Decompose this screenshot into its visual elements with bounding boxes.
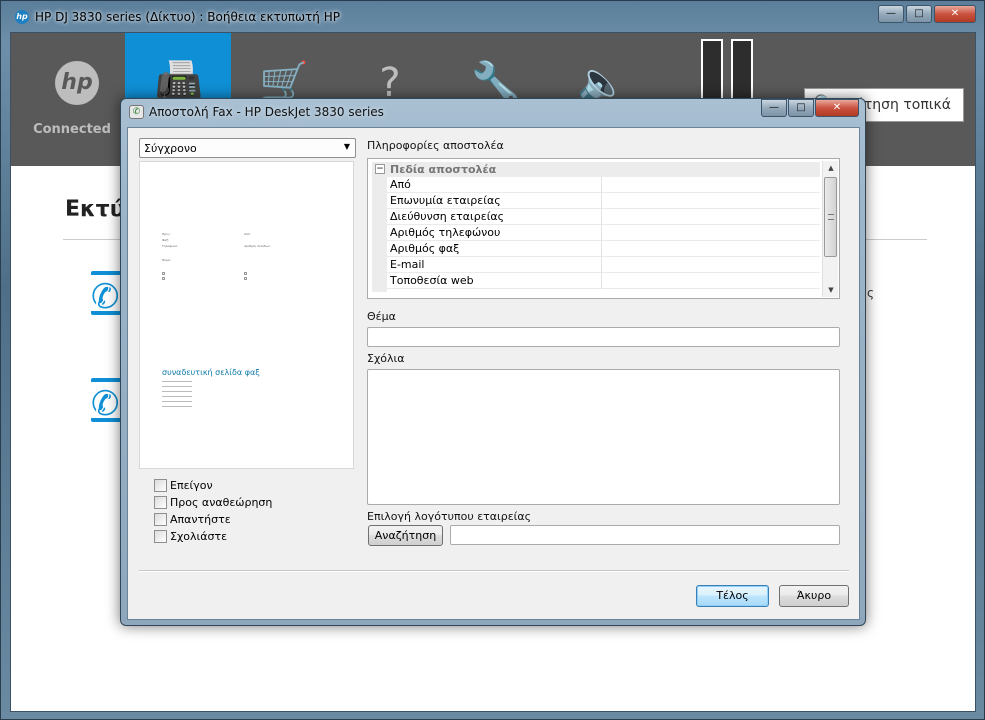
hp-logo-icon: hp [55, 61, 99, 105]
outer-window-controls: — □ ✕ [878, 5, 976, 23]
chevron-down-icon: ▼ [343, 142, 350, 151]
checkbox-label: Προς αναθεώρηση [170, 496, 273, 509]
mini-line: Θέμα: [162, 258, 171, 262]
grid-gutter [372, 177, 387, 292]
maximize-button[interactable]: □ [906, 5, 932, 23]
finish-button[interactable]: Τέλος [696, 585, 769, 607]
grid-row-name: E-mail [390, 258, 425, 271]
grid-row-address[interactable]: Διεύθυνση εταιρείας [387, 209, 820, 225]
fax-minimize-button[interactable]: — [761, 99, 787, 117]
grid-row-name: Τοποθεσία web [390, 274, 474, 287]
send-fax-dialog: ✆ Αποστολή Fax - HP DeskJet 3830 series … [120, 98, 866, 626]
comments-textarea[interactable] [367, 369, 840, 505]
background-text-fragment: ς [867, 286, 875, 300]
grid-row-fax[interactable]: Αριθμός φαξ [387, 241, 820, 257]
logo-path-input[interactable] [450, 525, 840, 545]
outer-titlebar[interactable]: hp HP DJ 3830 series (Δίκτυο) : Βοήθεια … [1, 1, 985, 31]
mini-line: Φαξ: [162, 238, 170, 242]
urgent-checkbox[interactable]: Επείγον [154, 479, 213, 492]
cover-page-title: συναδευτική σελίδα φαξ [162, 368, 260, 377]
checkbox-box[interactable] [154, 513, 167, 526]
grid-row-name: Αριθμός φαξ [390, 242, 460, 255]
mini-line: Από: [244, 232, 251, 236]
sender-info-label: Πληροφορίες αποστολέα [367, 139, 504, 152]
fax-client-area: Σύγχρονο ▼ Προς: Φαξ: Τηλέφωνο: Από: Αρι… [127, 127, 860, 620]
connected-label: Connected [33, 122, 111, 137]
sender-fields-grid: − Πεδία αποστολέα Από Επωνυμία εταιρείας… [367, 158, 840, 299]
mini-checkbox [244, 277, 247, 280]
cover-page-preview: Προς: Φαξ: Τηλέφωνο: Από: Αριθμός σελίδω… [139, 161, 354, 469]
sender-fields-group[interactable]: − Πεδία αποστολέα [372, 162, 820, 177]
company-logo-label: Επιλογή λογότυπου εταιρείας [367, 510, 532, 523]
scroll-thumb[interactable] [824, 177, 837, 257]
mini-checkbox [162, 277, 165, 280]
grid-row-from[interactable]: Από [387, 177, 820, 193]
minimize-button[interactable]: — [878, 5, 904, 23]
cancel-button[interactable]: Άκυρο [779, 585, 849, 607]
fax-titlebar[interactable]: ✆ Αποστολή Fax - HP DeskJet 3830 series … [121, 99, 865, 125]
grid-row-website[interactable]: Τοποθεσία web [387, 273, 820, 289]
mini-line: Τηλέφωνο: [162, 244, 179, 248]
fax-dialog-icon: ✆ [129, 105, 144, 119]
page-heading: Εκτύ [65, 197, 125, 222]
checkbox-label: Επείγον [170, 479, 213, 492]
fax-maximize-button[interactable]: □ [788, 99, 814, 117]
nav-home[interactable]: hp Connected [19, 33, 125, 166]
reply-checkbox[interactable]: Απαντήστε [154, 513, 231, 526]
fax-window-controls: — □ ✕ [761, 99, 859, 117]
group-label: Πεδία αποστολέα [390, 163, 497, 176]
for-review-checkbox[interactable]: Προς αναθεώρηση [154, 496, 272, 509]
grid-row-name: Από [390, 178, 411, 191]
grid-row-name: Επωνυμία εταιρείας [390, 194, 501, 207]
subject-input[interactable] [367, 327, 840, 347]
checkbox-box[interactable] [154, 530, 167, 543]
grid-scrollbar[interactable]: ▲ ▼ [822, 161, 838, 297]
outer-window-title: HP DJ 3830 series (Δίκτυο) : Βοήθεια εκτ… [35, 10, 340, 24]
browse-button[interactable]: Αναζήτηση [368, 525, 443, 546]
scroll-up-icon[interactable]: ▲ [823, 161, 839, 175]
fax-close-button[interactable]: ✕ [815, 99, 859, 117]
cover-template-value: Σύγχρονο [144, 142, 197, 155]
subject-label: Θέμα [367, 310, 396, 323]
fax-dialog-title: Αποστολή Fax - HP DeskJet 3830 series [149, 105, 384, 119]
checkbox-label: Σχολιάστε [170, 530, 228, 543]
comment-checkbox[interactable]: Σχολιάστε [154, 530, 227, 543]
close-button[interactable]: ✕ [934, 5, 976, 23]
search-placeholder: ήτηση τοπικά [855, 97, 952, 113]
checkbox-box[interactable] [154, 496, 167, 509]
grid-row-name: Αριθμός τηλεφώνου [390, 226, 501, 239]
grid-row-name: Διεύθυνση εταιρείας [390, 210, 505, 223]
checkbox-box[interactable] [154, 479, 167, 492]
dialog-divider [139, 570, 849, 572]
collapse-icon[interactable]: − [375, 164, 385, 174]
scroll-down-icon[interactable]: ▼ [823, 283, 839, 297]
mini-checkbox [244, 272, 247, 275]
cover-detail-lines [162, 381, 192, 411]
hp-app-icon: hp [15, 10, 29, 24]
grid-row-company[interactable]: Επωνυμία εταιρείας [387, 193, 820, 209]
cover-template-select[interactable]: Σύγχρονο ▼ [139, 138, 356, 158]
mini-line: Προς: [162, 232, 171, 236]
grid-row-email[interactable]: E-mail [387, 257, 820, 273]
mini-checkbox [162, 272, 165, 275]
checkbox-label: Απαντήστε [170, 513, 231, 526]
mini-line: Αριθμός σελίδων: [244, 244, 271, 248]
grid-row-phone[interactable]: Αριθμός τηλεφώνου [387, 225, 820, 241]
comments-label: Σχόλια [367, 352, 405, 365]
